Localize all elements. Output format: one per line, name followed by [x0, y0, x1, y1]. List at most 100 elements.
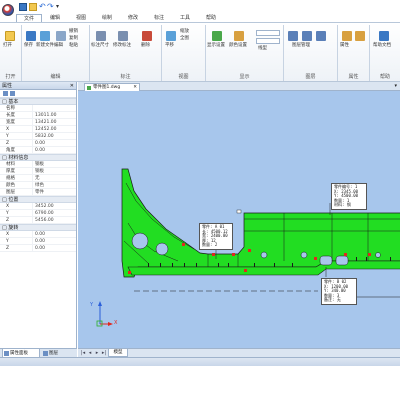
property-row[interactable]: Z 0.00	[0, 245, 76, 252]
save-icon[interactable]	[19, 3, 27, 11]
section-header-rotation[interactable]: □ 旋转	[0, 224, 76, 231]
property-row[interactable]: Z 5456.00	[0, 217, 76, 224]
property-key: Y	[6, 211, 9, 216]
sort-alpha-icon[interactable]	[10, 91, 15, 96]
linetype-dropdown[interactable]	[256, 30, 280, 36]
last-sheet-icon[interactable]: ▸|	[101, 350, 107, 356]
property-row[interactable]: X 3452.00	[0, 203, 76, 210]
property-value[interactable]	[32, 105, 76, 111]
save-icon[interactable]	[26, 31, 36, 41]
property-value[interactable]: 5456.00	[32, 217, 76, 223]
property-row[interactable]: 图层 零件	[0, 189, 76, 196]
property-row[interactable]: 规格 无	[0, 175, 76, 182]
property-row[interactable]: 宽度 13421.00	[0, 119, 76, 126]
property-value[interactable]: 13421.00	[32, 119, 76, 125]
zoom-extents-button[interactable]: 全图	[180, 36, 189, 41]
property-row[interactable]: Y 0.00	[0, 238, 76, 245]
group-title: 编辑	[50, 74, 61, 80]
property-value[interactable]: 0.00	[32, 231, 76, 237]
property-value[interactable]: 0.00	[32, 245, 76, 251]
property-value[interactable]: 钢板	[32, 168, 76, 174]
display-settings-icon[interactable]	[212, 31, 222, 41]
property-key: X	[6, 204, 10, 209]
property-value[interactable]: 6790.00	[32, 210, 76, 216]
delete-icon[interactable]	[142, 31, 152, 41]
ribbon-tab-draw[interactable]: 绘制	[94, 14, 120, 22]
property-value[interactable]: 0.00	[32, 238, 76, 244]
dimension-icon[interactable]	[96, 31, 106, 41]
pan-icon[interactable]	[166, 31, 176, 41]
property-value[interactable]: 无	[32, 175, 76, 181]
section-header-position[interactable]: □ 位置	[0, 196, 76, 203]
property-row[interactable]: 厚度 钢板	[0, 168, 76, 175]
group-title: 标注	[120, 74, 131, 80]
copy-button[interactable]: 复制	[69, 36, 78, 41]
annotation-note[interactable]: 零件: A 01 长: 4500.12 宽: 2400.00 厚: 12 数量:…	[199, 223, 233, 250]
property-row[interactable]: X 12452.00	[0, 126, 76, 133]
property-value[interactable]: 13011.00	[32, 112, 76, 118]
undo-icon[interactable]: ↶	[39, 3, 47, 11]
section-header-basic[interactable]: □ 基本	[0, 98, 76, 105]
undo-button[interactable]: 撤销	[69, 29, 78, 34]
close-icon[interactable]: ✕	[70, 82, 74, 90]
section-header-material[interactable]: □ 材料信息	[0, 154, 76, 161]
layer-manager-icon[interactable]	[302, 31, 312, 41]
property-value[interactable]: 0.00	[32, 140, 76, 146]
ribbon-tab-edit[interactable]: 编辑	[42, 14, 68, 22]
property-value[interactable]: 0.00	[32, 147, 76, 153]
new-file-icon[interactable]	[40, 31, 50, 41]
ribbon-tab-tools[interactable]: 工具	[172, 14, 198, 22]
edit-icon[interactable]	[56, 31, 66, 41]
property-value[interactable]: 5832.00	[32, 133, 76, 139]
first-sheet-icon[interactable]: |◂	[80, 350, 86, 356]
property-value[interactable]: 12452.00	[32, 126, 76, 132]
tab-list-dropdown-icon[interactable]: ▾	[394, 82, 397, 91]
color-settings-icon[interactable]	[234, 31, 244, 41]
property-row[interactable]: 材料 钢板	[0, 161, 76, 168]
layer-states-icon[interactable]	[316, 31, 326, 41]
property-row[interactable]: Z 0.00	[0, 140, 76, 147]
annotation-note[interactable]: 零件: B 02 X: 1200.00 Y: 340.00 数量: 3 备注: …	[321, 278, 357, 305]
open-folder-icon[interactable]	[5, 31, 15, 41]
lineweight-dropdown[interactable]	[256, 38, 280, 44]
ribbon-tab-view[interactable]: 视图	[68, 14, 94, 22]
property-row[interactable]: Y 6790.00	[0, 210, 76, 217]
group-title: 显示	[239, 74, 250, 80]
property-row[interactable]: Y 5832.00	[0, 133, 76, 140]
qat-dropdown-icon[interactable]: ▾	[56, 3, 64, 11]
redo-icon[interactable]: ↷	[47, 3, 55, 11]
property-row[interactable]: 颜色 绿色	[0, 182, 76, 189]
modify-dimension-icon[interactable]	[118, 31, 128, 41]
property-key: 名称	[6, 106, 15, 111]
panel-header: 属性 ✕	[0, 82, 76, 90]
sort-category-icon[interactable]	[3, 91, 8, 96]
paste-button[interactable]: 粘贴	[69, 43, 78, 48]
property-row[interactable]: 长度 13011.00	[0, 112, 76, 119]
annotation-note[interactable]: 零件编号: 1 X: 2345.00 Y: 4500.00 数量: 1 材料: …	[331, 183, 367, 210]
ribbon-group-edit: 保存 新建文件 编辑 撤销 复制 粘贴 编辑	[22, 25, 90, 81]
open-folder-icon[interactable]	[29, 3, 37, 11]
property-row[interactable]: 名称	[0, 105, 76, 112]
property-row[interactable]: X 0.00	[0, 231, 76, 238]
sheet-tab-model[interactable]: 模型	[108, 349, 128, 357]
document-tab[interactable]: 零件图1.dwg ✕	[84, 83, 140, 91]
drawing-canvas[interactable]: Y X 零件编号: 1 X: 2345.00 Y: 4500.00 数量: 1 …	[78, 91, 400, 348]
zoom-button[interactable]: 缩放	[180, 29, 189, 34]
layer-icon[interactable]	[288, 31, 298, 41]
help-icon[interactable]	[379, 31, 389, 41]
ribbon-tab-annotate[interactable]: 标注	[146, 14, 172, 22]
properties-icon[interactable]	[342, 31, 352, 41]
property-value[interactable]: 钢板	[32, 161, 76, 167]
property-value[interactable]: 3452.00	[32, 203, 76, 209]
ribbon-tab-modify[interactable]: 修改	[120, 14, 146, 22]
ribbon-tab-file[interactable]: 文件	[16, 14, 42, 22]
property-row[interactable]: 角度 0.00	[0, 147, 76, 154]
prev-sheet-icon[interactable]: ◂	[87, 350, 93, 356]
next-sheet-icon[interactable]: ▸	[94, 350, 100, 356]
property-key: Z	[6, 218, 10, 223]
property-value[interactable]: 零件	[32, 189, 76, 195]
property-value[interactable]: 绿色	[32, 182, 76, 188]
ribbon-tab-help[interactable]: 帮助	[198, 14, 224, 22]
modify-properties-icon[interactable]	[355, 31, 365, 41]
sheet-tab-strip: |◂ ◂ ▸ ▸| 模型	[78, 348, 400, 357]
